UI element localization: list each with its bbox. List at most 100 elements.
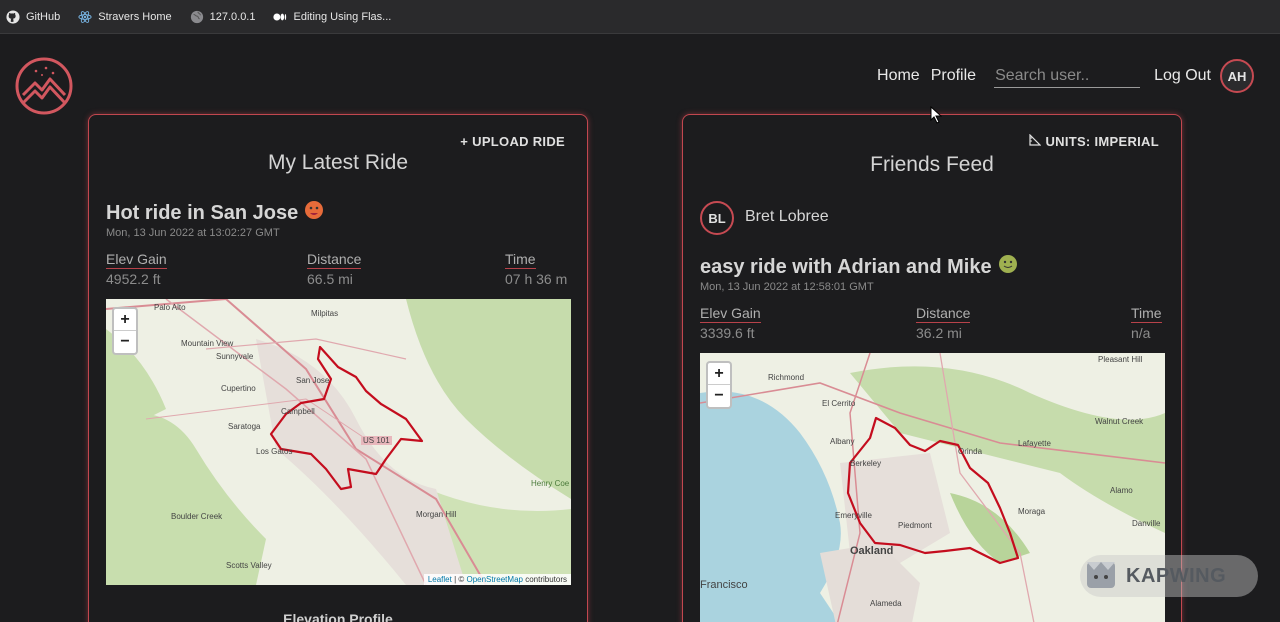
friend-ride-title[interactable]: easy ride with Adrian and Mike bbox=[700, 254, 1018, 280]
map-label: Cupertino bbox=[221, 384, 256, 393]
upload-ride-button[interactable]: + UPLOAD RIDE bbox=[460, 134, 565, 149]
stat-label: Elev Gain bbox=[700, 305, 761, 323]
map-zoom-control: + − bbox=[706, 361, 732, 409]
bookmarks-bar: GitHub Stravers Home 127.0.0.1 Editing U… bbox=[0, 0, 1280, 34]
map-label: Mountain View bbox=[181, 339, 234, 348]
friend-avatar[interactable]: BL bbox=[700, 201, 734, 235]
ride-title-text: easy ride with Adrian and Mike bbox=[700, 255, 992, 278]
globe-icon bbox=[190, 10, 204, 24]
stat-value: 07 h 36 m bbox=[505, 271, 568, 287]
ride-title-text: Hot ride in San Jose bbox=[106, 201, 299, 224]
map-label: Boulder Creek bbox=[171, 512, 223, 521]
map-attribution: Leaflet | © OpenStreetMap contributors bbox=[423, 574, 571, 585]
map-label: Oakland bbox=[850, 545, 894, 557]
osm-link[interactable]: OpenStreetMap bbox=[466, 575, 522, 584]
friend-ride-date: Mon, 13 Jun 2022 at 12:58:01 GMT bbox=[700, 281, 874, 293]
easy-emoji-icon bbox=[998, 254, 1018, 280]
stat-value: 36.2 mi bbox=[916, 325, 962, 341]
medium-icon bbox=[273, 10, 287, 24]
map-label: Los Gatos bbox=[256, 447, 293, 456]
upload-ride-label: UPLOAD RIDE bbox=[472, 134, 565, 149]
zoom-in-button[interactable]: + bbox=[114, 309, 136, 331]
map-label: Albany bbox=[830, 437, 855, 446]
stat-value: 4952.2 ft bbox=[106, 271, 161, 287]
search-user-input[interactable] bbox=[994, 64, 1141, 88]
bookmark-label: Editing Using Flas... bbox=[293, 10, 392, 23]
map-label: San Jose bbox=[296, 376, 330, 385]
latest-ride-card: + UPLOAD RIDE My Latest Ride Hot ride in… bbox=[88, 114, 588, 622]
github-icon bbox=[6, 9, 20, 24]
kapwing-watermark: KAPWING bbox=[1080, 555, 1258, 597]
bookmark-label: Stravers Home bbox=[98, 10, 172, 23]
leaflet-link[interactable]: Leaflet bbox=[428, 575, 452, 584]
app-logo[interactable] bbox=[15, 57, 73, 115]
map-tiles bbox=[106, 299, 571, 585]
stat-time: Time 07 h 36 m bbox=[505, 251, 567, 287]
bookmark-medium-article[interactable]: Editing Using Flas... bbox=[273, 10, 391, 24]
units-label: UNITS: IMPERIAL bbox=[1045, 134, 1159, 149]
map-label: Lafayette bbox=[1018, 439, 1051, 448]
plus-icon: + bbox=[460, 134, 469, 149]
stat-elev-gain: Elev Gain 4952.2 ft bbox=[106, 251, 167, 287]
friends-feed-heading: Friends Feed bbox=[870, 153, 994, 176]
map-label: Richmond bbox=[768, 373, 805, 382]
map-label: Saratoga bbox=[228, 422, 261, 431]
map-label: Moraga bbox=[1018, 507, 1046, 516]
map-label: Morgan Hill bbox=[416, 510, 457, 519]
nav-profile-link[interactable]: Profile bbox=[931, 67, 976, 85]
nav-home-link[interactable]: Home bbox=[877, 67, 920, 85]
map-label: US 101 bbox=[361, 436, 392, 445]
top-nav: Home Profile Log Out AH bbox=[877, 58, 1254, 94]
map-label: Sunnyvale bbox=[216, 352, 254, 361]
zoom-out-button[interactable]: − bbox=[114, 331, 136, 353]
stat-label: Time bbox=[505, 251, 536, 269]
mouse-cursor-icon bbox=[930, 105, 943, 129]
map-label: Alameda bbox=[870, 599, 902, 608]
ruler-icon bbox=[1029, 133, 1042, 149]
friends-feed-card: UNITS: IMPERIAL Friends Feed BL Bret Lob… bbox=[682, 114, 1182, 622]
watermark-text: KAPWING bbox=[1126, 564, 1227, 587]
map-label: Palo Alto bbox=[154, 303, 186, 312]
bookmark-localhost[interactable]: 127.0.0.1 bbox=[190, 10, 256, 24]
stat-elev-gain: Elev Gain 3339.6 ft bbox=[700, 305, 761, 341]
map-label: Emeryville bbox=[835, 511, 872, 520]
hot-emoji-icon bbox=[304, 200, 324, 226]
map-label: Walnut Creek bbox=[1095, 417, 1144, 426]
friend-name[interactable]: Bret Lobree bbox=[745, 208, 829, 226]
bookmark-github[interactable]: GitHub bbox=[6, 9, 60, 24]
map-label: Henry Coe State Park bbox=[531, 479, 571, 488]
bookmark-label: 127.0.0.1 bbox=[209, 10, 256, 23]
units-toggle-button[interactable]: UNITS: IMPERIAL bbox=[1029, 133, 1159, 149]
bookmark-stravers-home[interactable]: Stravers Home bbox=[78, 10, 172, 24]
stat-value: 3339.6 ft bbox=[700, 325, 755, 341]
latest-ride-map[interactable]: Palo Alto Milpitas Mountain View Sunnyva… bbox=[106, 299, 571, 585]
map-label: Campbell bbox=[281, 407, 315, 416]
stat-label: Distance bbox=[307, 251, 362, 269]
map-label: El Cerrito bbox=[822, 399, 856, 408]
zoom-out-button[interactable]: − bbox=[708, 385, 730, 407]
stat-label: Time bbox=[1131, 305, 1162, 323]
elevation-profile-title: Elevation Profile bbox=[283, 611, 393, 622]
zoom-in-button[interactable]: + bbox=[708, 363, 730, 385]
stat-distance: Distance 36.2 mi bbox=[916, 305, 971, 341]
stat-label: Distance bbox=[916, 305, 971, 323]
stat-distance: Distance 66.5 mi bbox=[307, 251, 362, 287]
map-label: Berkeley bbox=[850, 459, 882, 468]
react-icon bbox=[78, 10, 92, 24]
map-zoom-control: + − bbox=[112, 307, 138, 355]
stat-time: Time n/a bbox=[1131, 305, 1162, 341]
user-avatar[interactable]: AH bbox=[1220, 59, 1254, 93]
latest-ride-title[interactable]: Hot ride in San Jose bbox=[106, 200, 324, 226]
latest-ride-date: Mon, 13 Jun 2022 at 13:02:27 GMT bbox=[106, 227, 280, 239]
map-label: Pleasant Hill bbox=[1098, 355, 1143, 364]
map-label: Francisco bbox=[700, 579, 748, 591]
logout-link[interactable]: Log Out bbox=[1154, 67, 1211, 85]
mountain-logo-icon bbox=[15, 57, 73, 115]
map-label: Danville bbox=[1132, 519, 1161, 528]
stat-value: n/a bbox=[1131, 325, 1151, 341]
map-label: Orinda bbox=[958, 447, 983, 456]
kapwing-logo-icon bbox=[1084, 557, 1118, 596]
stat-label: Elev Gain bbox=[106, 251, 167, 269]
map-label: Milpitas bbox=[311, 309, 339, 318]
map-label: Alamo bbox=[1110, 486, 1133, 495]
